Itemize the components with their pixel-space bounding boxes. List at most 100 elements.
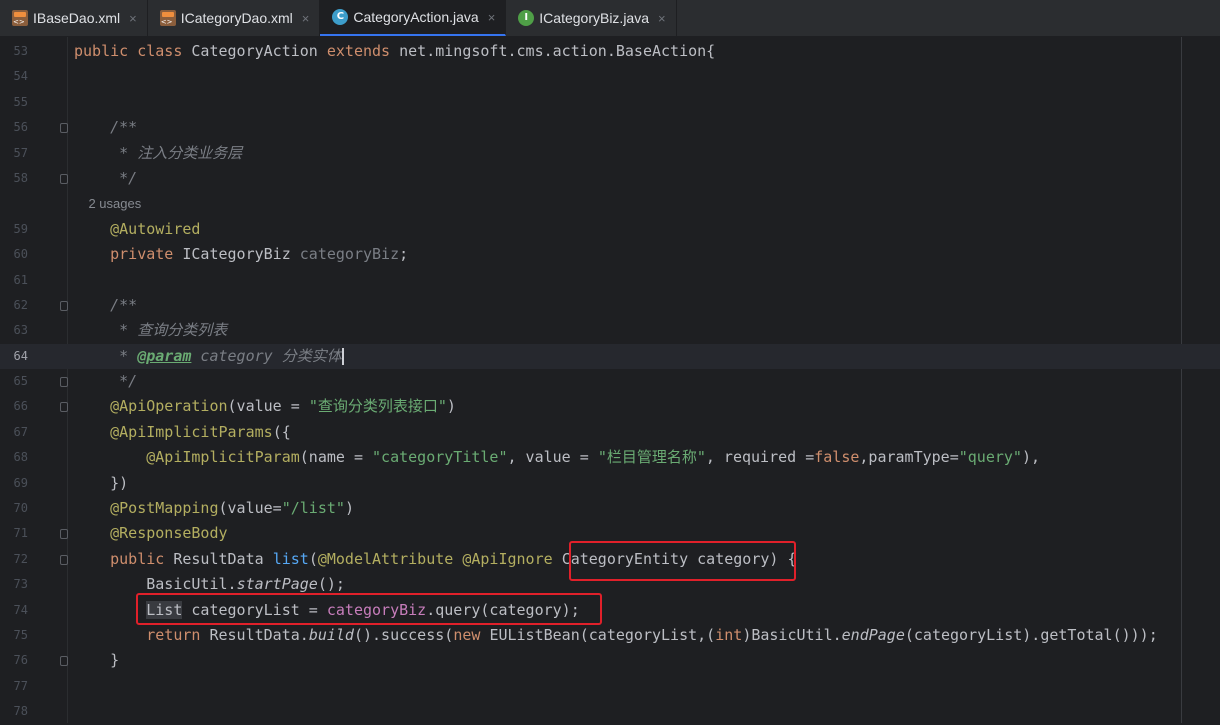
code-token: ().success( — [353, 625, 454, 644]
code-line[interactable]: 65 */ — [0, 369, 1220, 394]
code-line[interactable]: 56 /** — [0, 115, 1220, 140]
code-token: (categoryList).getTotal())); — [904, 625, 1158, 644]
code-text: @PostMapping(value="/list") — [74, 496, 354, 521]
code-line[interactable]: 75 return ResultData.build().success(new… — [0, 623, 1220, 648]
code-token: build — [308, 625, 354, 644]
tab-icategorybiz-java[interactable]: I ICategoryBiz.java × — [506, 0, 677, 36]
text-cursor — [341, 347, 344, 365]
fold-marker-icon[interactable] — [60, 377, 68, 388]
code-token: new — [453, 625, 490, 644]
code-line[interactable]: 66 @ApiOperation(value = "查询分类列表接口") — [0, 394, 1220, 419]
tab-label: ICategoryDao.xml — [180, 10, 293, 26]
code-line[interactable]: 54 — [0, 64, 1220, 89]
xml-file-icon — [12, 10, 28, 27]
code-token: ICategoryBiz — [182, 245, 300, 264]
code-token: ResultData. — [209, 625, 309, 644]
code-line[interactable]: 63 * 查询分类列表 — [0, 318, 1220, 343]
code-line[interactable]: 69 }) — [0, 471, 1220, 496]
code-token: int — [715, 625, 743, 644]
code-line[interactable]: 53 public class CategoryAction extends ne… — [0, 39, 1220, 64]
code-line[interactable]: 61 — [0, 268, 1220, 293]
line-number: 60 — [13, 247, 28, 262]
code-token: */ — [74, 168, 138, 187]
line-number: 54 — [13, 69, 28, 84]
code-token: EUListBean(categoryList,( — [489, 625, 716, 644]
code-text: public class CategoryAction extends net.… — [74, 39, 715, 64]
code-token: * 查询分类列表 — [74, 321, 228, 340]
line-number: 58 — [13, 170, 28, 185]
code-text: private ICategoryBiz categoryBiz; — [74, 242, 408, 267]
code-token: "查询分类列表接口" — [308, 397, 447, 416]
code-token: @Autowired — [74, 219, 201, 238]
fold-marker-icon[interactable] — [60, 123, 68, 134]
code-line[interactable]: 77 — [0, 674, 1220, 699]
code-line[interactable]: 2 usages — [0, 191, 1220, 216]
code-token: "categoryTitle" — [372, 448, 508, 467]
line-number: 67 — [13, 424, 28, 439]
code-token: (name = — [299, 448, 373, 467]
code-token: (value = — [227, 397, 309, 416]
code-line[interactable]: 59 @Autowired — [0, 217, 1220, 242]
code-token: (); — [317, 575, 345, 594]
line-number: 75 — [13, 627, 28, 642]
code-line[interactable]: 60 private ICategoryBiz categoryBiz; — [0, 242, 1220, 267]
code-line[interactable]: 64 * @param category 分类实体 — [0, 343, 1220, 370]
code-token: /** — [74, 295, 138, 314]
code-text: return ResultData.build().success(new EU… — [74, 623, 1158, 648]
code-token: return — [74, 625, 210, 644]
code-line[interactable]: 57 * 注入分类业务层 — [0, 141, 1220, 166]
code-line[interactable]: 67 @ApiImplicitParams({ — [0, 420, 1220, 445]
code-token: @ApiImplicitParam — [74, 448, 300, 467]
code-token: ResultData — [173, 549, 273, 568]
line-number: 66 — [13, 399, 28, 414]
code-line[interactable]: 58 */ — [0, 166, 1220, 191]
code-token: ,paramType= — [859, 448, 959, 467]
code-token: )BasicUtil. — [742, 625, 842, 644]
tab-ibasedao-xml[interactable]: IBaseDao.xml × — [0, 0, 148, 36]
code-line[interactable]: 55 — [0, 90, 1220, 115]
code-token: "栏目管理名称" — [597, 448, 706, 467]
line-number: 74 — [13, 602, 28, 617]
java-class-icon: C — [332, 9, 349, 25]
code-token: ( — [308, 549, 318, 568]
java-interface-icon: I — [518, 10, 535, 26]
line-number: 56 — [13, 120, 28, 135]
code-line[interactable]: 78 — [0, 699, 1220, 724]
fold-marker-icon[interactable] — [60, 656, 68, 667]
code-text: * 查询分类列表 — [74, 318, 227, 343]
code-token: startPage — [236, 575, 318, 594]
code-editor[interactable]: 53 public class CategoryAction extends ne… — [0, 37, 1220, 723]
tab-categoryaction-java[interactable]: C CategoryAction.java × — [320, 0, 507, 36]
code-text: }) — [74, 471, 128, 496]
code-text: @ApiImplicitParam(name = "categoryTitle"… — [74, 445, 1040, 470]
line-number: 76 — [13, 653, 28, 668]
code-token: @ApiOperation — [74, 397, 228, 416]
code-text: @ApiOperation(value = "查询分类列表接口") — [74, 394, 456, 419]
fold-marker-icon[interactable] — [60, 529, 68, 540]
code-token: ), — [1021, 448, 1041, 467]
line-number: 78 — [13, 704, 28, 719]
tab-icategorydao-xml[interactable]: ICategoryDao.xml × — [148, 0, 321, 36]
code-token: private — [74, 245, 183, 264]
line-number: 57 — [13, 145, 28, 160]
code-token: extends — [326, 42, 400, 60]
code-token: * 注入分类业务层 — [74, 143, 243, 162]
code-line[interactable]: 68 @ApiImplicitParam(name = "categoryTit… — [0, 445, 1220, 470]
code-line[interactable]: 76 } — [0, 648, 1220, 673]
fold-marker-icon[interactable] — [60, 173, 68, 184]
fold-marker-icon[interactable] — [60, 402, 68, 413]
code-line[interactable]: 70 @PostMapping(value="/list") — [0, 496, 1220, 521]
code-token: * — [74, 346, 138, 365]
code-line[interactable]: 62 /** — [0, 293, 1220, 318]
fold-marker-icon[interactable] — [60, 300, 68, 311]
close-icon[interactable]: × — [129, 11, 137, 26]
code-text: * @param category 分类实体 — [74, 344, 344, 369]
fold-marker-icon[interactable] — [60, 554, 68, 565]
code-token: false — [814, 448, 860, 467]
close-icon[interactable]: × — [658, 11, 666, 26]
close-icon[interactable]: × — [302, 11, 310, 26]
code-text: */ — [74, 369, 137, 394]
code-text: } — [74, 648, 119, 673]
highlight-box-query-call — [136, 593, 602, 625]
close-icon[interactable]: × — [488, 10, 496, 25]
